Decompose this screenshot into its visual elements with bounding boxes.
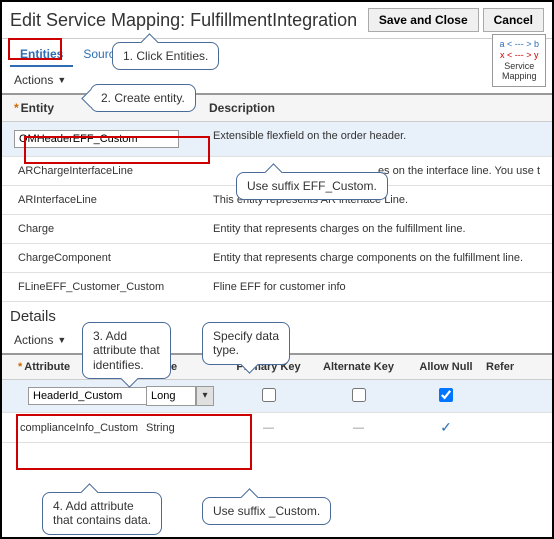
callout-4-line1: 4. Add attribute xyxy=(53,499,151,513)
callout-4: 4. Add attribute that contains data. xyxy=(42,492,162,535)
actions-label: Actions xyxy=(14,73,53,87)
page-title: Edit Service Mapping: FulfillmentIntegra… xyxy=(10,10,364,31)
callout-suffix-eff: Use suffix EFF_Custom. xyxy=(236,172,388,200)
col-desc-header: Description xyxy=(209,101,540,115)
entity-name: Charge xyxy=(14,223,209,235)
col-entity-header: Entity xyxy=(21,101,54,115)
actions-label: Actions xyxy=(14,333,53,347)
callout-4-line2: that contains data. xyxy=(53,513,151,527)
type-dropdown-icon[interactable]: ▾ xyxy=(196,386,214,406)
callout-3-line2: attribute that xyxy=(93,343,160,357)
callout-dt-line2: type. xyxy=(213,343,279,357)
entity-name: ARChargeInterfaceLine xyxy=(14,165,209,177)
entity-name: ARInterfaceLine xyxy=(14,194,209,206)
required-icon: * xyxy=(18,361,22,373)
dropdown-icon: ▼ xyxy=(57,75,66,85)
table-row[interactable]: FLineEFF_Customer_Custom Fline EFF for c… xyxy=(2,273,552,302)
required-icon: * xyxy=(14,101,19,115)
cancel-button[interactable]: Cancel xyxy=(483,8,544,32)
ak-checkbox[interactable] xyxy=(352,388,366,402)
entity-name: FLineEFF_Customer_Custom xyxy=(14,281,209,293)
type-input[interactable] xyxy=(146,386,196,406)
callout-3-line3: identifies. xyxy=(93,358,160,372)
attr-type: String xyxy=(146,422,226,434)
entity-desc: Extensible flexfield on the order header… xyxy=(209,130,540,148)
pk-dash: — xyxy=(226,422,311,434)
dropdown-icon: ▼ xyxy=(57,335,66,345)
entity-desc: Fline EFF for customer info xyxy=(209,281,540,293)
ak-dash: — xyxy=(311,422,406,434)
callout-dt-line1: Specify data xyxy=(213,329,279,343)
entity-name: ChargeComponent xyxy=(14,252,209,264)
col-ref-header: Refer xyxy=(486,361,526,373)
callout-1: 1. Click Entities. xyxy=(112,42,219,70)
tab-entities[interactable]: Entities xyxy=(10,43,73,67)
col-an-header: Allow Null xyxy=(406,361,486,373)
table-row[interactable]: ChargeComponent Entity that represents c… xyxy=(2,244,552,273)
actions-menu-details[interactable]: Actions ▼ xyxy=(14,333,66,347)
col-ak-header: Alternate Key xyxy=(311,361,406,373)
allownull-checkbox[interactable] xyxy=(439,388,453,402)
attr-name: complianceInfo_Custom xyxy=(6,422,146,434)
callout-2: 2. Create entity. xyxy=(90,84,196,112)
pk-checkbox[interactable] xyxy=(262,388,276,402)
col-attr-header: Attribute xyxy=(24,361,70,373)
table-row[interactable]: Extensible flexfield on the order header… xyxy=(2,122,552,157)
save-close-button[interactable]: Save and Close xyxy=(368,8,479,32)
attr-row[interactable]: ▾ xyxy=(2,380,552,413)
entity-desc: Entity that represents charges on the fu… xyxy=(209,223,540,235)
callout-3: 3. Add attribute that identifies. xyxy=(82,322,171,379)
actions-menu-entities[interactable]: Actions ▼ xyxy=(14,73,66,87)
callout-3-line1: 3. Add xyxy=(93,329,160,343)
callout-suffix-custom: Use suffix _Custom. xyxy=(202,497,331,525)
entity-desc: Entity that represents charge components… xyxy=(209,252,540,264)
callout-datatype: Specify data type. xyxy=(202,322,290,365)
table-row[interactable]: Charge Entity that represents charges on… xyxy=(2,215,552,244)
attr-row[interactable]: complianceInfo_Custom String — — ✓ xyxy=(2,413,552,443)
entity-name-input[interactable] xyxy=(14,130,179,148)
attr-name-input[interactable] xyxy=(28,387,148,405)
check-icon: ✓ xyxy=(406,419,486,436)
svcmap-line4: Mapping xyxy=(499,71,539,82)
